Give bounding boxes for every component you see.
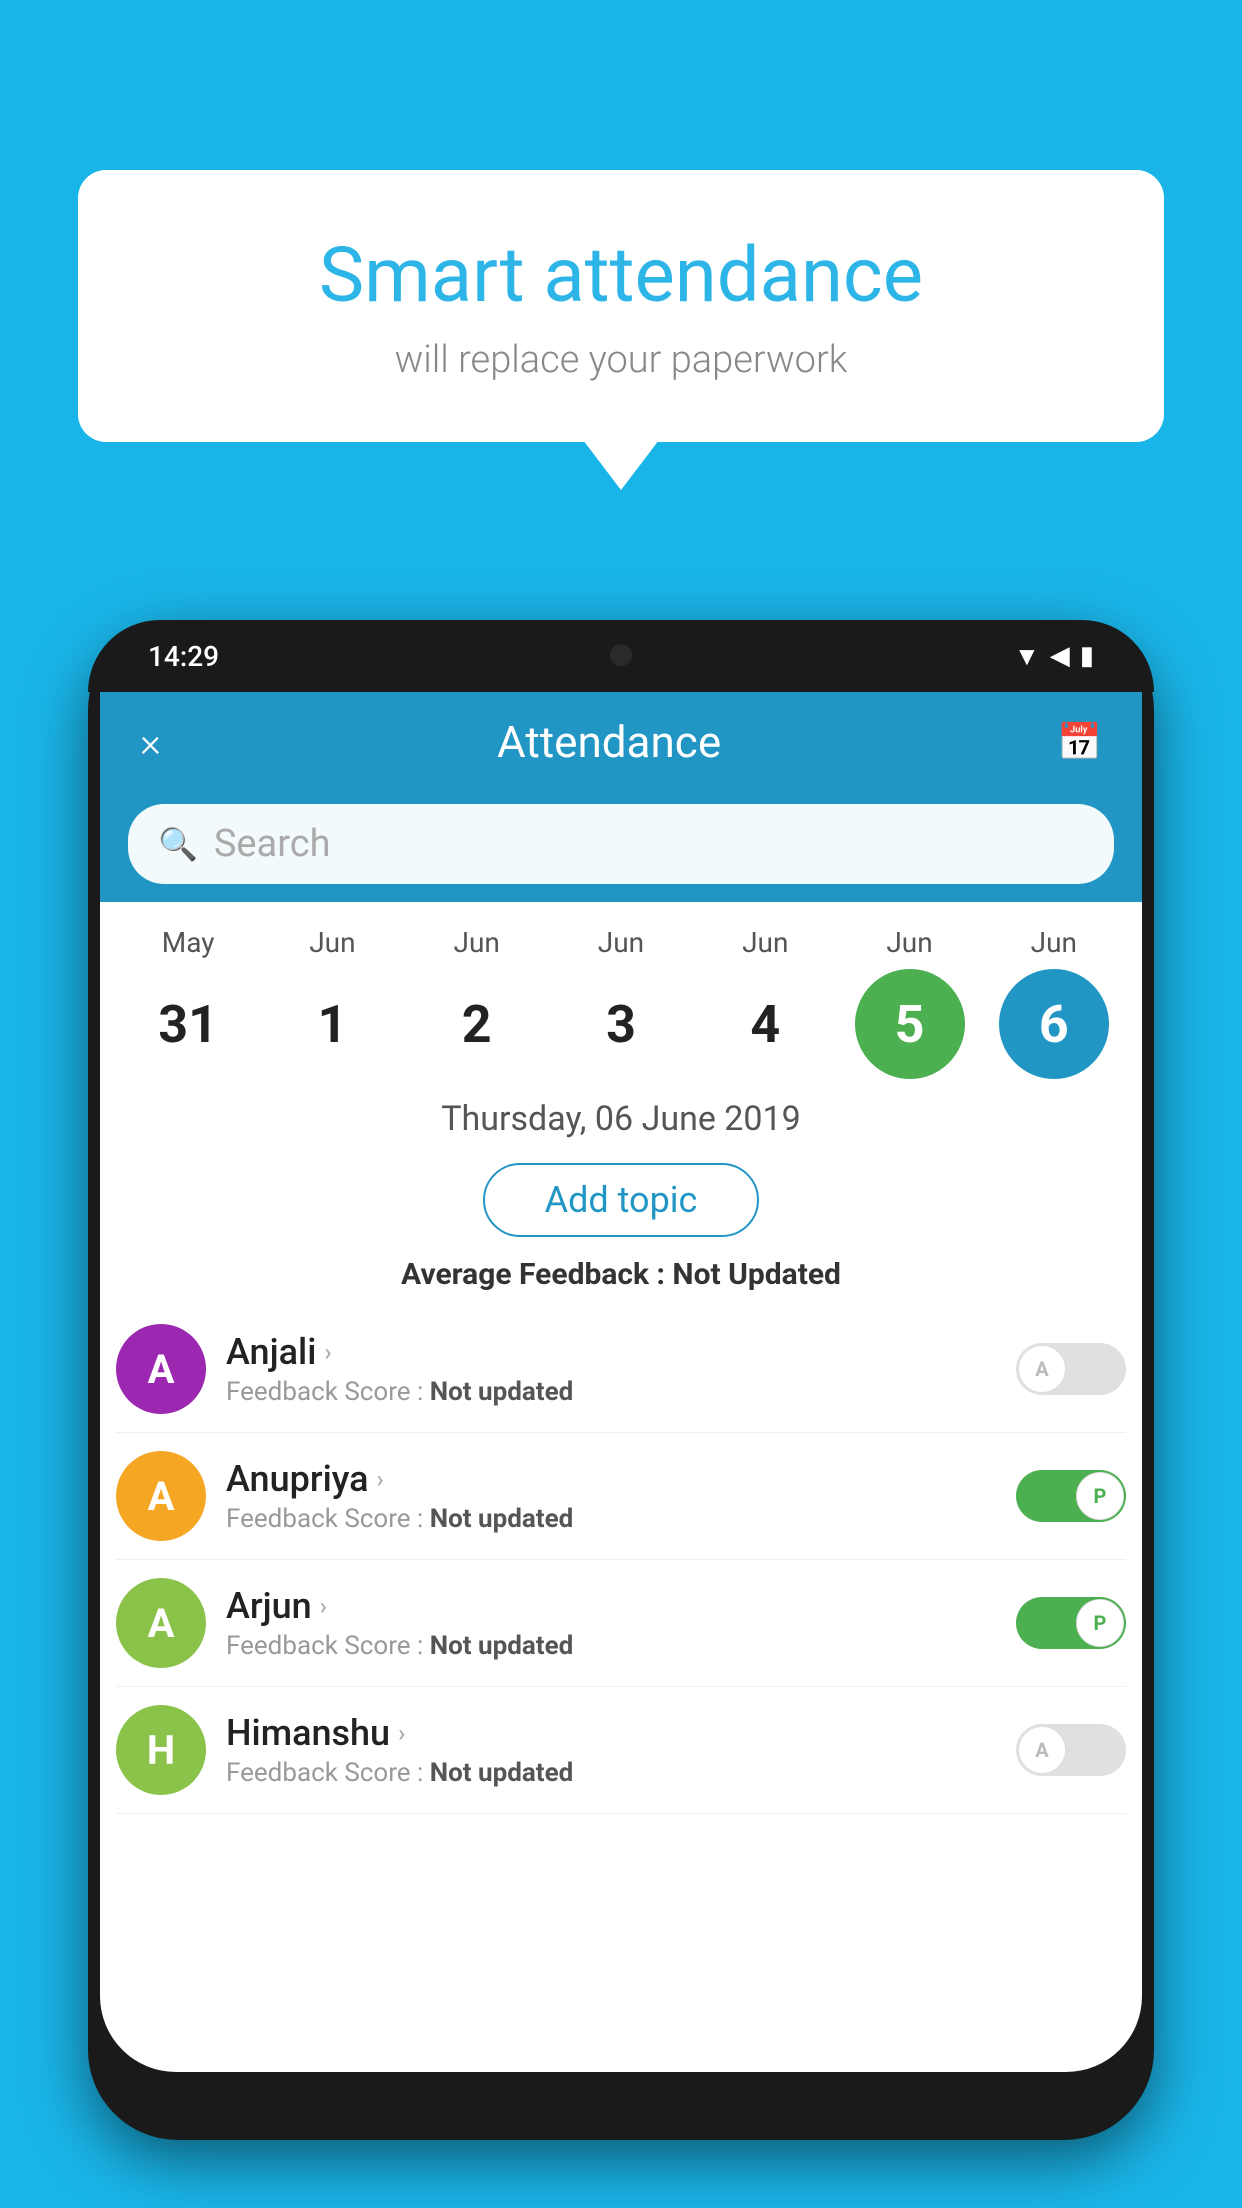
attendance-toggle[interactable]: A	[1016, 1343, 1126, 1395]
student-name: Arjun ›	[226, 1585, 996, 1627]
attendance-toggle[interactable]: A	[1016, 1724, 1126, 1776]
student-info: Himanshu › Feedback Score : Not updated	[226, 1712, 996, 1788]
chevron-icon: ›	[324, 1338, 331, 1366]
battery-icon: ▮	[1080, 641, 1094, 671]
student-avatar: A	[116, 1324, 206, 1414]
student-feedback: Feedback Score : Not updated	[226, 1377, 996, 1407]
student-avatar: H	[116, 1705, 206, 1795]
cal-day-num[interactable]: 1	[277, 969, 387, 1079]
speech-bubble: Smart attendance will replace your paper…	[78, 170, 1164, 442]
date-label: Thursday, 06 June 2019	[100, 1079, 1142, 1149]
phone-screen: × Attendance 📅 🔍 Search May31Jun1Jun2Jun…	[100, 692, 1142, 2072]
status-icons: ▼ ◀ ▮	[1014, 641, 1094, 672]
toggle-knob: A	[1018, 1726, 1066, 1774]
app-title: Attendance	[497, 716, 721, 768]
cal-day-num[interactable]: 31	[133, 969, 243, 1079]
chevron-icon: ›	[320, 1592, 327, 1620]
attendance-toggle[interactable]: P	[1016, 1470, 1126, 1522]
toggle-knob: A	[1018, 1345, 1066, 1393]
cal-month-label: Jun	[742, 926, 788, 959]
add-topic-button[interactable]: Add topic	[483, 1163, 760, 1237]
phone-notch	[581, 620, 661, 642]
student-info: Anupriya › Feedback Score : Not updated	[226, 1458, 996, 1534]
search-icon: 🔍	[158, 825, 198, 863]
student-name: Anjali ›	[226, 1331, 996, 1373]
camera-dot	[610, 644, 632, 666]
search-bar-wrap: 🔍 Search	[100, 792, 1142, 902]
cal-month-label: Jun	[454, 926, 500, 959]
student-row[interactable]: A Arjun › Feedback Score : Not updated P	[116, 1560, 1126, 1687]
student-info: Anjali › Feedback Score : Not updated	[226, 1331, 996, 1407]
cal-day-num[interactable]: 3	[566, 969, 676, 1079]
cal-month-label: Jun	[309, 926, 355, 959]
chevron-icon: ›	[398, 1719, 405, 1747]
cal-month-label: Jun	[1031, 926, 1077, 959]
calendar-icon[interactable]: 📅	[1057, 721, 1102, 763]
cal-day-num[interactable]: 2	[422, 969, 532, 1079]
bubble-title: Smart attendance	[128, 230, 1114, 320]
bubble-subtitle: will replace your paperwork	[128, 338, 1114, 382]
cal-month-label: Jun	[886, 926, 932, 959]
calendar-day-5[interactable]: Jun 5	[845, 926, 975, 1079]
calendar-day-0[interactable]: May 31	[123, 926, 253, 1079]
cal-day-num[interactable]: 4	[710, 969, 820, 1079]
student-name: Himanshu ›	[226, 1712, 996, 1754]
student-row[interactable]: A Anupriya › Feedback Score : Not updated P	[116, 1433, 1126, 1560]
app-header: × Attendance 📅	[100, 692, 1142, 792]
avg-feedback: Average Feedback : Not Updated	[100, 1251, 1142, 1306]
student-info: Arjun › Feedback Score : Not updated	[226, 1585, 996, 1661]
cal-month-label: Jun	[598, 926, 644, 959]
attendance-toggle[interactable]: P	[1016, 1597, 1126, 1649]
calendar-day-6[interactable]: Jun 6	[989, 926, 1119, 1079]
student-avatar: A	[116, 1451, 206, 1541]
calendar-strip: May 31 Jun 1 Jun 2 Jun 3 Jun 4 Jun 5 Jun 6	[100, 902, 1142, 1079]
student-row[interactable]: A Anjali › Feedback Score : Not updated A	[116, 1306, 1126, 1433]
search-bar[interactable]: 🔍 Search	[128, 804, 1114, 884]
calendar-day-3[interactable]: Jun 3	[556, 926, 686, 1079]
phone-outer: 14:29 ▼ ◀ ▮ × Attendance 📅 🔍 Search	[88, 620, 1154, 2140]
calendar-day-2[interactable]: Jun 2	[412, 926, 542, 1079]
student-feedback: Feedback Score : Not updated	[226, 1758, 996, 1788]
student-list: AAnjali ›Feedback Score : Not updatedAAA…	[100, 1306, 1142, 1814]
avg-label: Average Feedback :	[401, 1257, 672, 1292]
status-bar: 14:29 ▼ ◀ ▮	[88, 620, 1154, 692]
avg-value: Not Updated	[672, 1257, 841, 1292]
wifi-icon: ▼	[1014, 641, 1040, 672]
cal-day-num[interactable]: 5	[855, 969, 965, 1079]
close-button[interactable]: ×	[140, 719, 161, 766]
toggle-knob: P	[1076, 1472, 1124, 1520]
search-input[interactable]: Search	[214, 822, 331, 866]
cal-month-label: May	[162, 926, 215, 959]
status-time: 14:29	[148, 640, 219, 673]
signal-icon: ◀	[1050, 641, 1070, 671]
cal-day-num[interactable]: 6	[999, 969, 1109, 1079]
toggle-knob: P	[1076, 1599, 1124, 1647]
student-feedback: Feedback Score : Not updated	[226, 1631, 996, 1661]
calendar-day-1[interactable]: Jun 1	[267, 926, 397, 1079]
student-name: Anupriya ›	[226, 1458, 996, 1500]
calendar-day-4[interactable]: Jun 4	[700, 926, 830, 1079]
chevron-icon: ›	[377, 1465, 384, 1493]
phone-container: 14:29 ▼ ◀ ▮ × Attendance 📅 🔍 Search	[88, 620, 1154, 2208]
student-avatar: A	[116, 1578, 206, 1668]
student-row[interactable]: H Himanshu › Feedback Score : Not updated A	[116, 1687, 1126, 1814]
student-feedback: Feedback Score : Not updated	[226, 1504, 996, 1534]
